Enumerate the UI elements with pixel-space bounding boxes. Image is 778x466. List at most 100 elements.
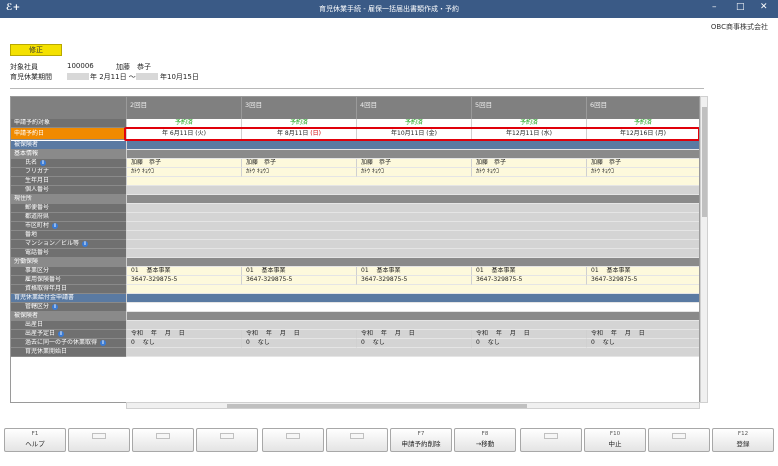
date-cell[interactable]: 年 8月11日 (日): [241, 128, 356, 140]
building-cell: [126, 240, 699, 249]
register-button[interactable]: F12 登録: [712, 428, 774, 452]
column-header: 3回目: [241, 97, 356, 119]
name-cell[interactable]: 加藤 恭子: [471, 159, 586, 168]
scroll-thumb[interactable]: [227, 404, 527, 408]
fkey-blank-button[interactable]: [326, 428, 388, 452]
row-zip: 郵便番号: [11, 204, 699, 213]
kana-cell[interactable]: ｶﾄｳ ｷｮｳｺ: [471, 168, 586, 177]
past-leave-cell[interactable]: 0 なし: [356, 339, 471, 348]
row-label: 個人番号: [11, 186, 126, 195]
division-cell[interactable]: 01 基本事業: [356, 267, 471, 276]
section-label: 基本情報: [11, 150, 126, 159]
info-icon[interactable]: i: [82, 240, 89, 247]
name-cell[interactable]: 加藤 恭子: [126, 159, 241, 168]
row-label: 市区町村 i: [11, 222, 126, 231]
fkey-blank-button[interactable]: [68, 428, 130, 452]
cancel-button[interactable]: F10 中止: [584, 428, 646, 452]
date-cell[interactable]: 年 6月11日 (火): [126, 128, 241, 140]
date-text: 年 6月11日: [162, 130, 194, 137]
move-button[interactable]: F8 →移動: [454, 428, 516, 452]
fkey-blank-button[interactable]: [132, 428, 194, 452]
past-leave-cell[interactable]: 0 なし: [471, 339, 586, 348]
help-button[interactable]: F1 ヘルプ: [4, 428, 66, 452]
info-icon[interactable]: i: [58, 330, 65, 337]
insurance-number-cell[interactable]: 3647-329875-5: [356, 276, 471, 285]
fkey-blank-button[interactable]: [262, 428, 324, 452]
period-start-year: [67, 72, 89, 80]
insurance-number-cell[interactable]: 3647-329875-5: [126, 276, 241, 285]
date-cell[interactable]: 年12月16日 (月): [586, 128, 699, 140]
date-cell[interactable]: 年12月11日 (水): [471, 128, 586, 140]
status-cell[interactable]: 予約済: [241, 119, 356, 128]
division-cell[interactable]: 01 基本事業: [471, 267, 586, 276]
window-title: 育児休業手続 - 雇保一括届出書類作成・予約: [319, 5, 459, 13]
period-start: 年 2月11日 ～: [90, 73, 136, 81]
division-cell[interactable]: 01 基本事業: [586, 267, 699, 276]
due-date-cell[interactable]: 令和 年 月 日: [471, 330, 586, 339]
info-icon[interactable]: i: [40, 159, 47, 166]
horizontal-scrollbar[interactable]: [126, 402, 700, 409]
section-label: 現住所: [11, 195, 126, 204]
due-date-cell[interactable]: 令和 年 月 日: [241, 330, 356, 339]
name-cell[interactable]: 加藤 恭子: [586, 159, 699, 168]
row-label: 出産日: [11, 321, 126, 330]
division-cell[interactable]: 01 基本事業: [241, 267, 356, 276]
maximize-icon[interactable]: □: [736, 2, 745, 12]
row-benefit-section: 育児休業給付金申請書: [11, 294, 699, 303]
row-label: 過去に同一の子の休業取得 i: [11, 339, 126, 348]
info-icon[interactable]: i: [100, 339, 107, 346]
row-label: 管轄区分 i: [11, 303, 126, 312]
row-label: 事業区分: [11, 267, 126, 276]
row-label: 育児休業開始日: [11, 348, 126, 357]
row-label: 申請予約日: [11, 128, 126, 140]
prefecture-cell: [126, 213, 699, 222]
status-cell[interactable]: 予約済: [586, 119, 699, 128]
weekday: (火): [195, 130, 206, 137]
row-label: フリガナ: [11, 168, 126, 177]
kana-cell[interactable]: ｶﾄｳ ｷｮｳｺ: [241, 168, 356, 177]
row-leave-start: 育児休業開始日: [11, 348, 699, 357]
kana-cell[interactable]: ｶﾄｳ ｷｮｳｺ: [126, 168, 241, 177]
status-cell[interactable]: 予約済: [471, 119, 586, 128]
delete-reservation-button[interactable]: F7 申請予約削除: [390, 428, 452, 452]
weekday: (水): [541, 130, 552, 137]
divider: [10, 88, 704, 89]
close-icon[interactable]: ✕: [760, 2, 768, 12]
fkey-blank-button[interactable]: [196, 428, 258, 452]
fkey-blank-button[interactable]: [520, 428, 582, 452]
scroll-thumb[interactable]: [702, 107, 707, 217]
column-header: 6回目: [586, 97, 699, 119]
info-icon[interactable]: i: [52, 303, 59, 310]
kana-cell[interactable]: ｶﾄｳ ｷｮｳｺ: [586, 168, 699, 177]
due-date-cell[interactable]: 令和 年 月 日: [126, 330, 241, 339]
insurance-number-cell[interactable]: 3647-329875-5: [471, 276, 586, 285]
jurisdiction-cell[interactable]: [126, 303, 699, 312]
insurance-number-cell[interactable]: 3647-329875-5: [241, 276, 356, 285]
insurance-number-cell[interactable]: 3647-329875-5: [586, 276, 699, 285]
status-cell[interactable]: 予約済: [356, 119, 471, 128]
birth-cell[interactable]: [126, 177, 699, 186]
info-icon[interactable]: i: [52, 222, 59, 229]
name-cell[interactable]: 加藤 恭子: [241, 159, 356, 168]
past-leave-cell[interactable]: 0 なし: [126, 339, 241, 348]
name-cell[interactable]: 加藤 恭子: [356, 159, 471, 168]
row-my-number: 個人番号: [11, 186, 699, 195]
division-cell[interactable]: 01 基本事業: [126, 267, 241, 276]
acquisition-cell[interactable]: [126, 285, 699, 294]
section-label: 労働保険: [11, 258, 126, 267]
fkey-blank-button[interactable]: [648, 428, 710, 452]
vertical-scrollbar[interactable]: [700, 96, 708, 403]
past-leave-cell[interactable]: 0 なし: [586, 339, 699, 348]
past-leave-cell[interactable]: 0 なし: [241, 339, 356, 348]
minimize-icon[interactable]: –: [712, 2, 717, 12]
due-date-cell[interactable]: 令和 年 月 日: [586, 330, 699, 339]
date-cell[interactable]: 年10月11日 (金): [356, 128, 471, 140]
row-label: 郵便番号: [11, 204, 126, 213]
city-cell: [126, 222, 699, 231]
due-date-cell[interactable]: 令和 年 月 日: [356, 330, 471, 339]
mode-badge[interactable]: 修正: [10, 44, 62, 56]
period-end: 年10月15日: [160, 73, 199, 81]
status-cell[interactable]: 予約済: [126, 119, 241, 128]
kana-cell[interactable]: ｶﾄｳ ｷｮｳｺ: [356, 168, 471, 177]
row-phone: 電話番号: [11, 249, 699, 258]
